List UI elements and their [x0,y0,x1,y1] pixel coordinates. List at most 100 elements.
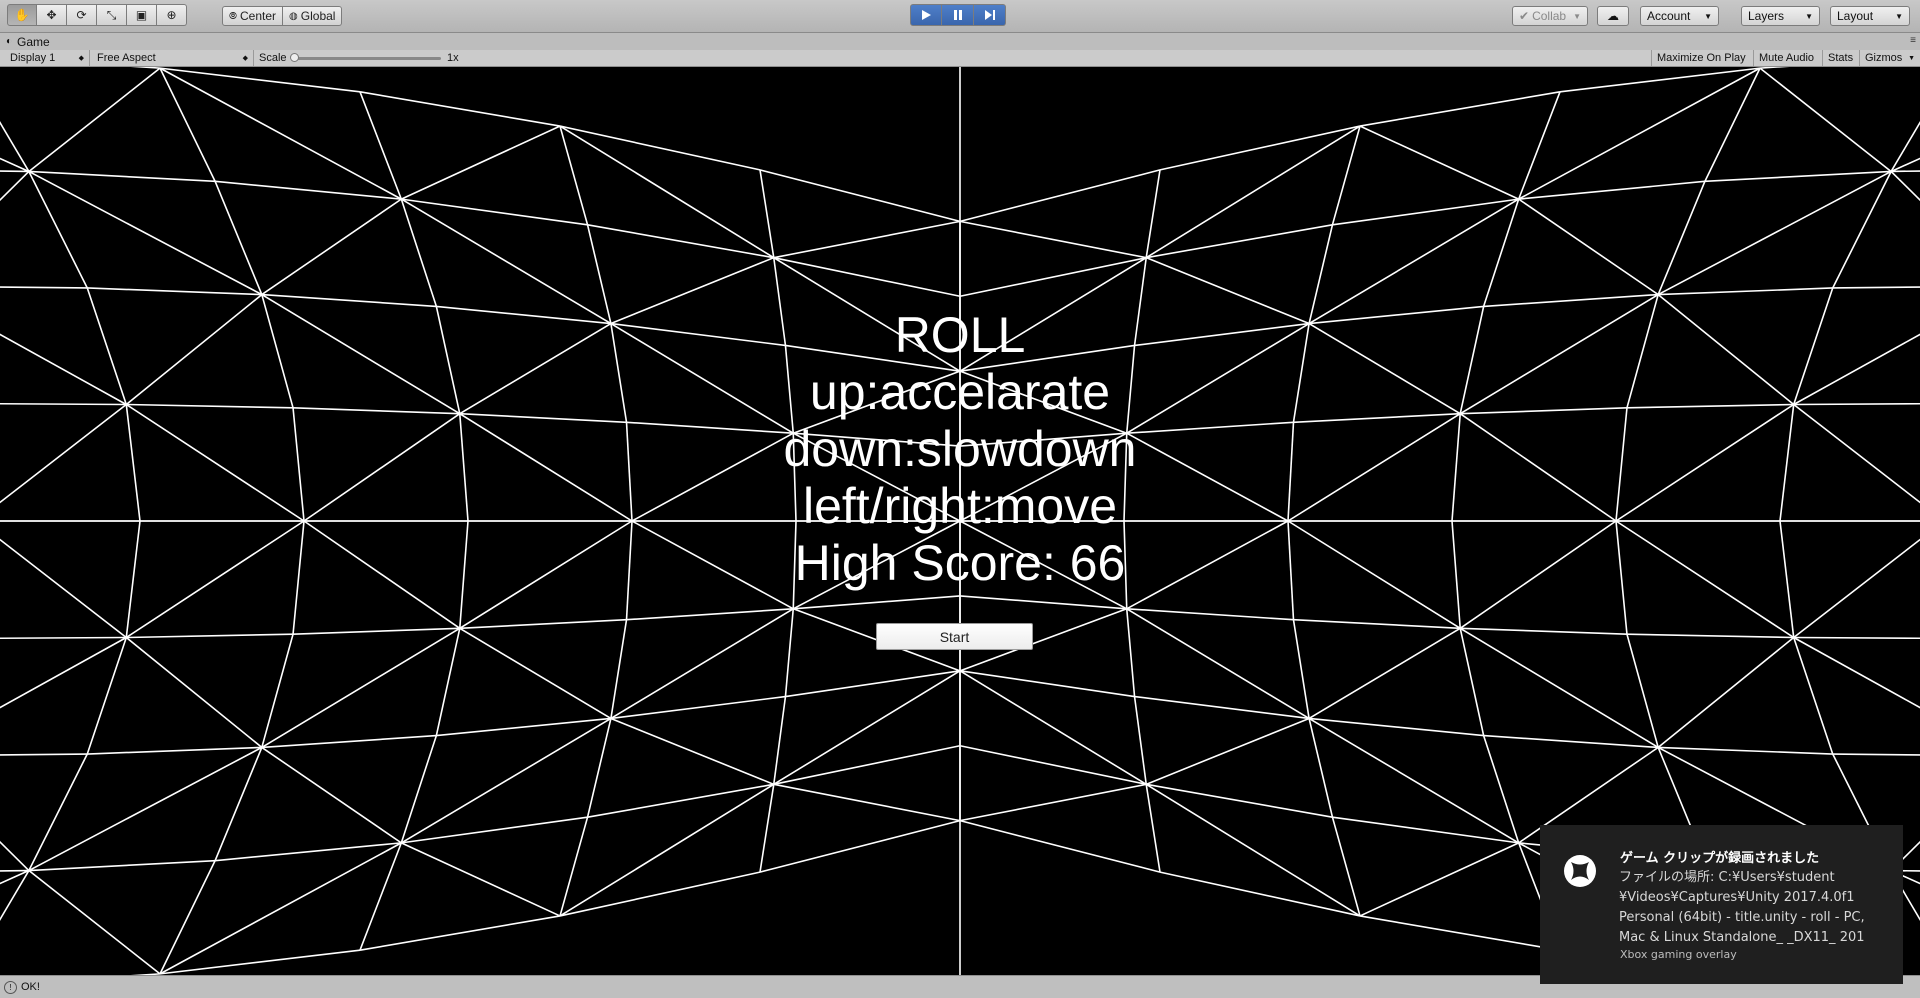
wireframe-line [293,627,460,636]
wireframe-line [959,819,1161,873]
wireframe-line [261,634,294,748]
wireframe-line [959,169,1161,223]
main-toolbar: ✋ ✥ ⟳ ⤡ ▣ ⊕ ⦾ Center ◍ Global ✔ Collab ▼… [0,0,1920,33]
display-label: Display 1 [10,52,56,64]
wireframe-line [126,633,294,639]
wireframe-line [86,637,128,755]
xbox-notification[interactable]: ゲーム クリップが録画されました ファイルの場所: C:¥Users¥stude… [1540,825,1903,984]
scale-slider-thumb[interactable] [290,53,299,62]
step-button[interactable] [974,4,1006,26]
wireframe-line [28,170,216,183]
wireframe-line [1890,121,1920,172]
step-icon [984,10,995,20]
wireframe-line [1657,170,1892,296]
wireframe-line [359,91,561,127]
wireframe-line [87,746,262,755]
mute-audio-toggle[interactable]: Mute Audio [1754,50,1823,66]
tab-menu-icon[interactable]: ≡ [1910,35,1916,46]
wireframe-line [1518,198,1659,296]
layers-label: Layers [1748,9,1785,23]
maximize-on-play-label: Maximize On Play [1657,52,1746,64]
wireframe-line [1483,293,1659,308]
scale-slider-track[interactable] [292,57,441,60]
wireframe-line [1359,125,1520,200]
pivot-rotation-button[interactable]: ◍ Global [283,6,343,26]
game-view-controls: Display 1 ◆ Free Aspect ◆ Scale 1x Maxim… [0,50,1920,67]
wireframe-line [125,636,263,749]
transform-tool-icon[interactable]: ⊕ [157,4,187,26]
wireframe-line [400,717,612,844]
wireframe-line [773,744,961,786]
wireframe-line [1292,619,1310,719]
cloud-icon: ☁ [1607,9,1619,23]
wireframe-line [261,627,461,749]
wireframe-line [1359,91,1561,127]
gizmos-dropdown[interactable]: Gizmos ▼ [1860,50,1920,66]
notification-source: Xbox gaming overlay [1620,948,1737,961]
wireframe-line [28,869,161,975]
start-button[interactable]: Start [876,623,1033,650]
wireframe-line [1308,627,1461,720]
hand-tool-icon[interactable]: ✋ [7,4,37,26]
wireframe-line [1459,628,1485,736]
pause-icon [953,10,962,20]
maximize-on-play-toggle[interactable]: Maximize On Play [1651,50,1754,66]
scale-value: 1x [447,52,459,64]
notification-title: ゲーム クリップが録画されました [1620,851,1820,866]
wireframe-line [436,717,611,737]
play-icon [922,10,931,20]
wireframe-line [559,783,775,917]
wireframe-line [87,287,262,296]
move-tool-icon[interactable]: ✥ [37,4,67,26]
rect-tool-icon[interactable]: ▣ [127,4,157,26]
rotate-tool-icon[interactable]: ⟳ [67,4,97,26]
wireframe-line [959,595,1127,610]
wireframe-line [1145,783,1361,917]
pause-button[interactable] [942,4,974,26]
instruction-down: down:slowdown [783,421,1137,477]
pivot-icon: ⦾ [229,10,237,22]
layout-dropdown[interactable]: Layout ▼ [1830,6,1910,26]
wireframe-line [1704,170,1892,183]
wireframe-line [773,670,961,786]
wireframe-line [1293,618,1461,630]
scale-label: Scale [259,52,287,64]
play-button[interactable] [910,4,942,26]
wireframe-line [401,816,588,844]
tab-game[interactable]: ◐ Game [6,33,50,50]
xbox-icon [1564,855,1596,887]
wireframe-line [759,169,961,223]
wireframe-line [0,121,30,172]
chevron-down-icon: ▼ [1805,11,1813,21]
wireframe-line [214,181,263,295]
wireframe-line [1126,608,1310,720]
wireframe-line [261,734,437,749]
wireframe-line [1559,67,1761,93]
wireframe-line [586,718,612,818]
wireframe-line [1159,125,1361,171]
chevron-down-icon: ▼ [1895,11,1903,21]
wireframe-line [1832,286,1920,289]
scale-tool-icon[interactable]: ⤡ [97,4,127,26]
aspect-label: Free Aspect [97,52,156,64]
wireframe-line [1658,287,1833,296]
cloud-button[interactable]: ☁ [1597,6,1629,26]
mute-audio-label: Mute Audio [1759,52,1815,64]
wireframe-line [1133,696,1148,785]
wireframe-line [359,915,561,951]
wireframe-line [959,670,1147,786]
wireframe-line [159,949,361,975]
display-dropdown[interactable]: Display 1 ◆ [0,50,90,66]
wireframe-line [400,842,561,917]
wireframe-line [1309,717,1484,737]
pivot-mode-button[interactable]: ⦾ Center [222,6,284,26]
collab-dropdown[interactable]: ✔ Collab ▼ [1512,6,1588,26]
aspect-dropdown[interactable]: Free Aspect ◆ [90,50,254,66]
account-dropdown[interactable]: Account ▼ [1640,6,1719,26]
stats-toggle[interactable]: Stats [1823,50,1860,66]
notification-body: ファイルの場所: C:¥Users¥student ¥Videos¥Captur… [1619,870,1865,945]
wireframe-line [959,670,1135,698]
wireframe-line [1145,717,1310,786]
wireframe-line [400,198,612,325]
layers-dropdown[interactable]: Layers ▼ [1741,6,1820,26]
